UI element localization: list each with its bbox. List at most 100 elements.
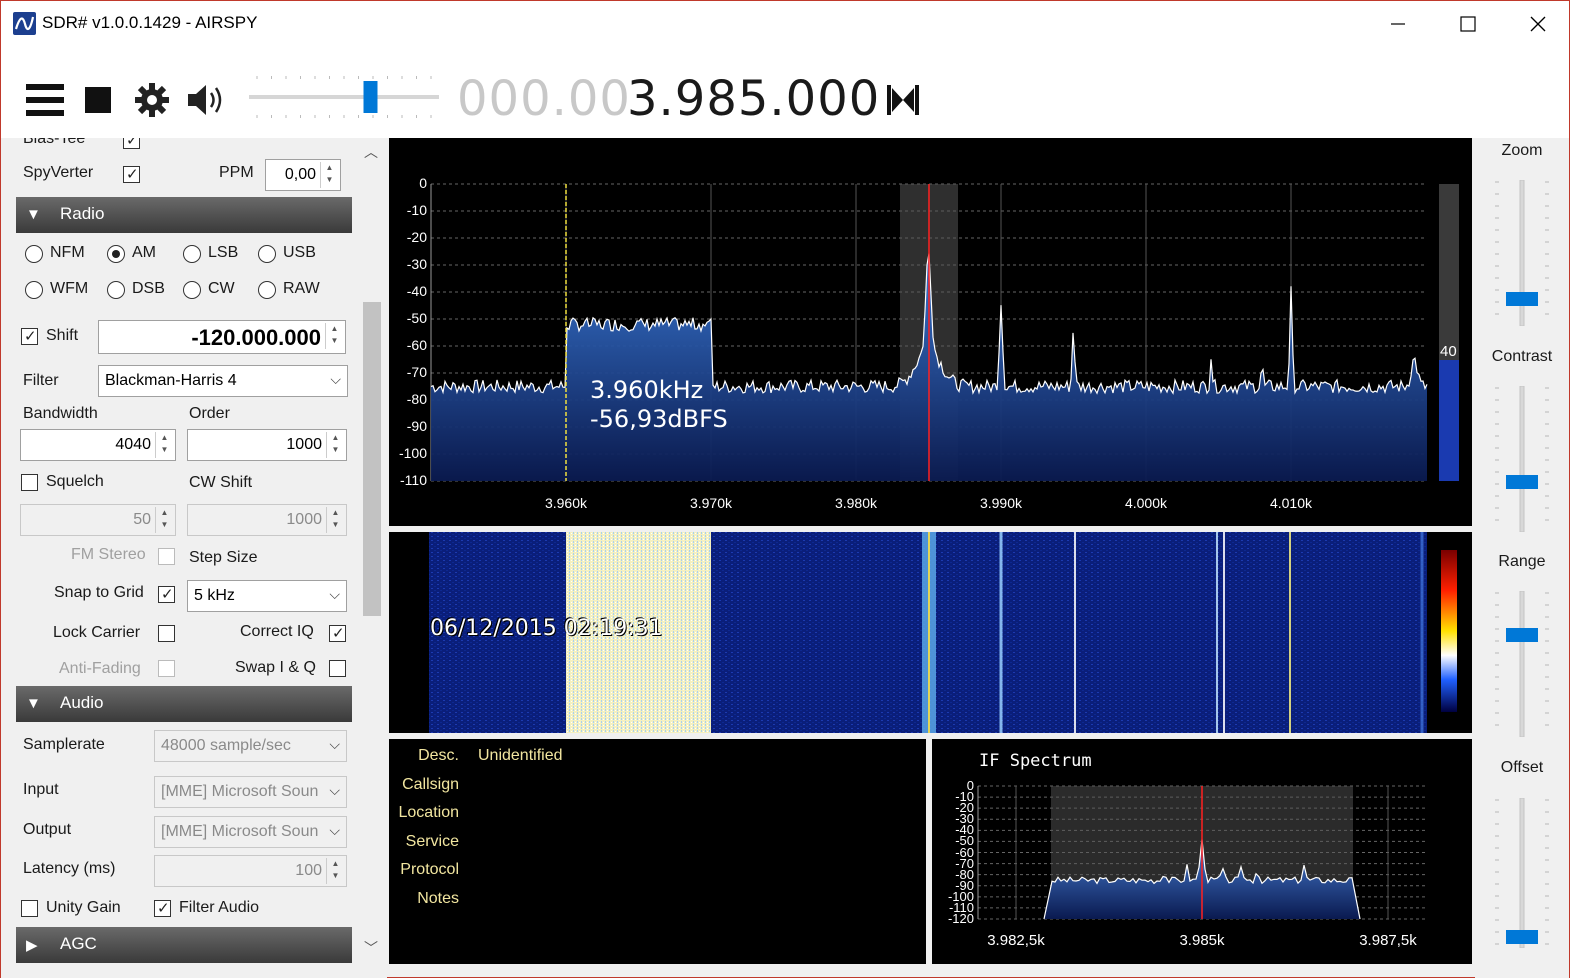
mode-radio-nfm[interactable] [25,245,43,263]
volume-slider[interactable] [249,74,439,120]
frequency-display[interactable]: 3.985.000 [627,71,880,127]
input-device-select[interactable]: [MME] Microsoft Soun ⌵ [154,776,347,808]
if-spectrum-panel[interactable]: IF Spectrum 0 -10 -20 -30 -40 -50 -60 -70 -80 -90… [932,739,1472,964]
spectrum-db-tick: -80 [406,391,427,407]
scroll-up-icon[interactable]: ︿ [364,142,378,162]
waterfall-display[interactable]: 06/12/2015 02:19:31 [389,532,1472,733]
output-device-value: [MME] Microsoft Soun [161,823,319,840]
center-tune-icon[interactable] [887,85,919,115]
offset-slider[interactable] [1475,797,1569,949]
snap-to-grid-checkbox[interactable]: ✓ [158,586,175,603]
mode-label-usb: USB [283,244,316,261]
mode-radio-am[interactable] [107,245,125,263]
speaker-icon[interactable] [186,83,226,117]
cw-shift-label: CW Shift [189,474,253,491]
if-frequency-tick: 3.985k [1179,932,1225,949]
lock-carrier-checkbox[interactable] [158,625,175,642]
mode-radio-raw[interactable] [258,281,276,299]
latency-label: Latency (ms) [23,860,116,877]
minimize-button[interactable] [1363,1,1433,46]
mode-radio-dsb[interactable] [107,281,125,299]
ppm-value: 0,00 [284,166,316,183]
shift-checkbox[interactable]: ✓ [21,328,38,345]
output-device-select[interactable]: [MME] Microsoft Soun ⌵ [154,816,347,848]
order-input[interactable]: 1000 ▲ ▼ [187,429,347,461]
zoom-slider-thumb[interactable] [1506,292,1538,306]
squelch-input[interactable]: 50 ▲ ▼ [20,504,176,536]
mode-radio-wfm[interactable] [25,281,43,299]
audio-section-header[interactable]: ▼ Audio [16,686,352,722]
spectrum-analyzer[interactable]: 0 -10 -20 -30 -40 -50 -60 -70 -80 -90 -100 -110 3.9… [389,138,1472,526]
spectrum-frequency-tick: 3.980k [834,495,878,511]
volume-slider-thumb[interactable] [363,81,378,113]
anti-fading-checkbox[interactable] [158,660,175,677]
snap-to-grid-label: Snap to Grid [54,584,144,601]
squelch-checkbox[interactable] [21,474,38,491]
cursor-level: -56,93dBFS [590,405,728,433]
step-size-select[interactable]: 5 kHz ⌵ [187,580,347,612]
info-label-notes: Notes [417,889,459,907]
samplerate-label: Samplerate [23,736,105,753]
bias-tee-checkbox[interactable]: ✓ [123,138,140,149]
zoom-slider[interactable] [1475,179,1569,327]
maximize-button[interactable] [1433,1,1503,46]
agc-section-header[interactable]: ▶ AGC [16,927,352,963]
expand-icon: ▶ [26,937,38,954]
filter-value: Blackman-Harris 4 [105,372,237,389]
if-frequency-tick: 3.982,5k [987,932,1045,949]
samplerate-select[interactable]: 48000 sample/sec ⌵ [154,730,347,762]
cw-shift-input[interactable]: 1000 ▲ ▼ [187,504,347,536]
step-size-value: 5 kHz [194,587,235,604]
close-button[interactable] [1503,1,1570,46]
spectrum-db-tick: -40 [406,283,427,299]
ppm-input[interactable]: 0,00 ▲ ▼ [265,159,341,191]
filter-select[interactable]: Blackman-Harris 4 ⌵ [98,365,348,397]
fm-stereo-checkbox[interactable] [158,548,175,565]
scrollbar-thumb[interactable] [363,302,381,616]
contrast-slider[interactable] [1475,385,1569,533]
mode-radio-cw[interactable] [183,281,201,299]
bandwidth-spinner[interactable]: ▲ ▼ [155,432,173,458]
mode-radio-lsb[interactable] [183,245,201,263]
zoom-label: Zoom [1501,142,1543,159]
scroll-down-icon[interactable]: ﹀ [364,938,378,958]
contrast-slider-thumb[interactable] [1506,475,1538,489]
shift-spinner[interactable]: ▲ ▼ [325,323,343,349]
if-db-tick: -120 [947,911,974,926]
info-label-protocol: Protocol [400,861,459,878]
if-spectrum-title: IF Spectrum [979,751,1092,771]
info-label-desc: Desc. [418,747,459,764]
offset-slider-thumb[interactable] [1506,930,1538,944]
spyverter-checkbox[interactable]: ✓ [123,166,140,183]
close-icon [1530,16,1546,31]
latency-spinner[interactable]: ▲ ▼ [326,858,344,884]
stop-icon[interactable] [85,87,111,113]
squelch-spinner[interactable]: ▲ ▼ [155,507,173,533]
radio-section-title: Radio [60,204,105,223]
shift-value: -120.000.000 [191,325,321,350]
shift-input[interactable]: -120.000.000 ▲ ▼ [98,320,346,354]
input-device-value: [MME] Microsoft Soun [161,783,319,800]
mode-radio-usb[interactable] [258,245,276,263]
unity-gain-label: Unity Gain [46,899,121,916]
swap-iq-checkbox[interactable] [329,660,346,677]
filter-audio-checkbox[interactable]: ✓ [154,900,171,917]
unity-gain-checkbox[interactable] [21,900,38,917]
cw-shift-spinner[interactable]: ▲ ▼ [326,507,344,533]
range-slider[interactable] [1475,590,1569,738]
mode-label-cw: CW [208,280,235,297]
gear-icon[interactable] [134,82,170,118]
radio-section-header[interactable]: ▼ Radio [16,197,352,233]
latency-input[interactable]: 100 ▲ ▼ [154,855,347,887]
range-slider-thumb[interactable] [1506,628,1538,642]
spectrum-db-tick: -90 [406,418,427,434]
frequency-display-leading[interactable]: 000.00 [457,71,631,127]
chevron-down-icon: ⌵ [329,586,340,602]
ppm-spinner[interactable]: ▲ ▼ [320,162,338,188]
mode-label-nfm: NFM [50,244,85,261]
menu-icon[interactable] [26,84,64,116]
bandwidth-input[interactable]: 4040 ▲ ▼ [20,429,176,461]
order-spinner[interactable]: ▲ ▼ [326,432,344,458]
correct-iq-checkbox[interactable]: ✓ [329,625,346,642]
spectrum-db-tick: -100 [398,445,427,461]
